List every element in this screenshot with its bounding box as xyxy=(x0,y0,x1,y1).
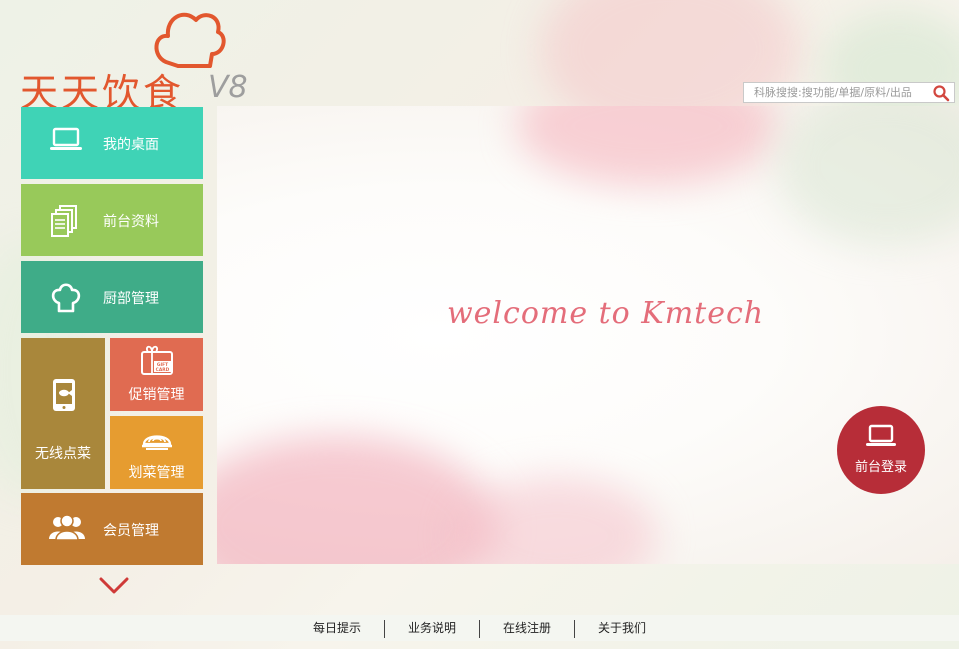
tile-label: 无线点菜 xyxy=(35,446,91,462)
footer-link-business-guide[interactable]: 业务说明 xyxy=(385,615,479,641)
chef-hat-icon xyxy=(49,281,83,319)
tile-dish-marking-management[interactable]: 划菜管理 xyxy=(110,416,203,489)
tablet-icon xyxy=(51,378,77,416)
tile-wireless-ordering[interactable]: 无线点菜 xyxy=(21,338,105,489)
search-icon[interactable] xyxy=(932,84,950,102)
documents-icon xyxy=(49,204,79,242)
front-desk-login-button[interactable]: 前台登录 xyxy=(837,406,925,494)
tile-label: 我的桌面 xyxy=(103,137,159,153)
version-label: V8 xyxy=(208,70,248,105)
dish-icon xyxy=(140,422,174,460)
welcome-panel: welcome to Kmtech 前台登录 xyxy=(217,106,959,564)
welcome-text: welcome to Kmtech xyxy=(447,296,765,331)
tile-promotion-management[interactable]: GIFT CARD 促销管理 xyxy=(110,338,203,411)
tile-label: 促销管理 xyxy=(128,387,185,403)
gift-card-icon: GIFT CARD xyxy=(140,344,174,382)
footer-links: 每日提示 业务说明 在线注册 关于我们 xyxy=(0,615,959,641)
tile-member-management[interactable]: 会员管理 xyxy=(21,493,203,565)
footer: 每日提示 业务说明 在线注册 关于我们 xyxy=(0,615,959,641)
laptop-icon xyxy=(864,424,898,454)
footer-link-about-us[interactable]: 关于我们 xyxy=(575,615,669,641)
tile-my-desktop[interactable]: 我的桌面 xyxy=(21,107,203,179)
footer-link-online-register[interactable]: 在线注册 xyxy=(480,615,574,641)
app-logo: 天天饮食 V8 xyxy=(20,4,260,115)
tile-kitchen-management[interactable]: 厨部管理 xyxy=(21,261,203,333)
tile-label: 前台资料 xyxy=(103,214,159,230)
tile-label: 划菜管理 xyxy=(128,465,185,481)
chevron-down-icon[interactable] xyxy=(98,576,130,600)
search-box xyxy=(743,82,955,103)
gift-card-text-bottom: CARD xyxy=(156,367,170,373)
laptop-icon xyxy=(49,127,83,157)
tile-label: 会员管理 xyxy=(103,523,159,539)
tile-label: 厨部管理 xyxy=(103,291,159,307)
search-input[interactable] xyxy=(744,83,934,102)
tile-front-data[interactable]: 前台资料 xyxy=(21,184,203,256)
members-icon xyxy=(49,513,85,545)
chef-hat-logo-icon xyxy=(154,12,226,68)
front-desk-login-label: 前台登录 xyxy=(854,460,907,475)
footer-link-daily-tips[interactable]: 每日提示 xyxy=(290,615,384,641)
